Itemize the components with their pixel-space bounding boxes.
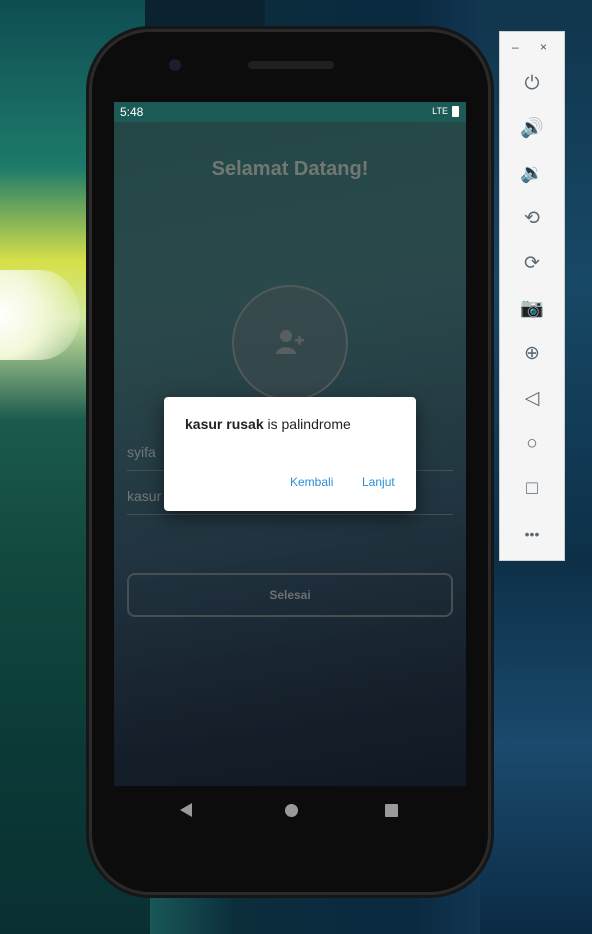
system-nav-bar [114, 786, 466, 836]
wallpaper-sun [0, 270, 80, 360]
more-icon[interactable]: ••• [519, 521, 545, 547]
network-indicator: LTE [432, 106, 448, 116]
front-camera [169, 59, 181, 71]
nav-recents-icon[interactable] [385, 804, 398, 817]
camera-icon[interactable]: 📷 [519, 296, 545, 322]
volume-down-icon[interactable]: 🔉 [519, 161, 545, 187]
nav-home-icon[interactable] [285, 804, 298, 817]
nav-back-icon[interactable] [180, 803, 192, 817]
dialog-next-button[interactable]: Lanjut [362, 475, 395, 489]
dialog-message: kasur rusak is palindrome [185, 416, 351, 432]
rotate-right-icon[interactable]: ⟳ [519, 251, 545, 277]
emulator-window-controls: – × [500, 40, 564, 56]
volume-up-icon[interactable]: 🔊 [519, 116, 545, 142]
overview-icon[interactable]: □ [519, 476, 545, 502]
palindrome-dialog: kasur rusak is palindrome Kembali Lanjut [164, 397, 416, 511]
dialog-back-button[interactable]: Kembali [290, 475, 333, 489]
close-button[interactable]: × [540, 40, 547, 54]
emulator-toolbar: – × ⏻ 🔊 🔉 ⟲ ⟳ 📷 ⊕ ◁ ○ □ ••• [499, 31, 565, 561]
dialog-message-bold: kasur rusak [185, 416, 264, 432]
status-bar: 5:48 LTE [114, 102, 466, 122]
home-icon[interactable]: ○ [519, 431, 545, 457]
minimize-button[interactable]: – [512, 40, 519, 54]
back-icon[interactable]: ◁ [519, 386, 545, 412]
status-time: 5:48 [120, 105, 144, 119]
battery-icon [452, 106, 459, 117]
rotate-left-icon[interactable]: ⟲ [519, 206, 545, 232]
power-icon[interactable]: ⏻ [519, 71, 545, 97]
zoom-icon[interactable]: ⊕ [519, 341, 545, 367]
dialog-message-rest: is palindrome [263, 416, 351, 432]
earpiece-speaker [248, 61, 334, 69]
